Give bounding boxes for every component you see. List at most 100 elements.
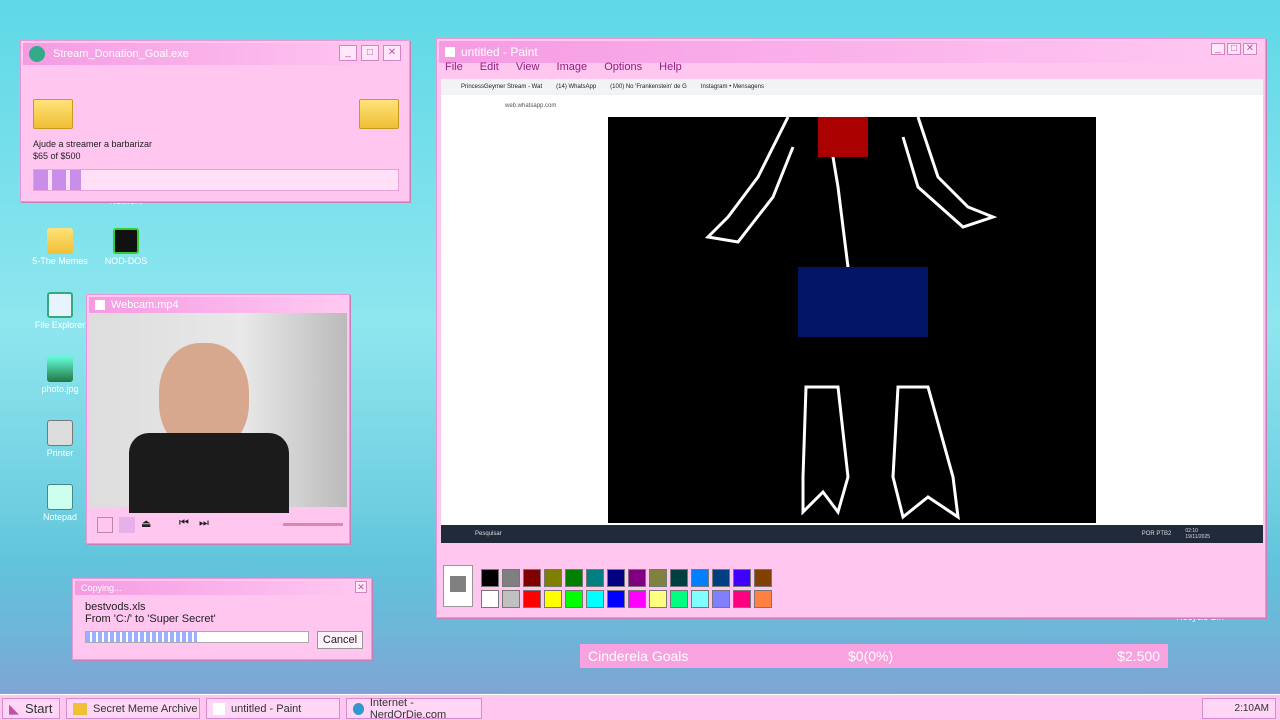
browser-tab[interactable]: (100) No 'Frankenstein' de G <box>610 84 687 90</box>
webcam-video <box>89 313 347 513</box>
desktop-icon-file-explorer[interactable]: File Explorer <box>28 292 92 330</box>
browser-tab[interactable]: PrincessGeymer Stream - Wat <box>461 84 542 90</box>
menu-view[interactable]: View <box>516 61 540 73</box>
palette-color[interactable] <box>523 569 541 587</box>
desktop-icon-printer[interactable]: Printer <box>28 420 92 458</box>
desktop-icon-notepad[interactable]: Notepad <box>28 484 92 522</box>
browser-address-bar[interactable]: web.whatsapp.com <box>505 103 556 109</box>
donation-text: Ajude a streamer a barbarizar <box>33 139 153 149</box>
menu-file[interactable]: File <box>445 61 463 73</box>
desktop-icon-label: 5-The Memes <box>32 256 88 266</box>
eject-button[interactable]: ⏏ <box>141 517 157 533</box>
desktop-icon-photo[interactable]: photo.jpg <box>28 356 92 394</box>
printer-icon <box>47 420 73 446</box>
desktop-icon-nod-dos[interactable]: NOD-DOS <box>94 228 158 266</box>
palette-color[interactable] <box>670 590 688 608</box>
close-button[interactable]: ✕ <box>1243 43 1257 55</box>
palette-color[interactable] <box>628 590 646 608</box>
palette-color[interactable] <box>712 569 730 587</box>
palette-color[interactable] <box>754 590 772 608</box>
donation-window: Stream_Donation_Goal.exe _ □ ✕ Ajude a s… <box>20 40 410 202</box>
palette-color[interactable] <box>691 590 709 608</box>
browser-tab-bar: PrincessGeymer Stream - Wat (14) WhatsAp… <box>441 79 1263 95</box>
palette-color[interactable] <box>586 590 604 608</box>
taskbar-item-label: Secret Meme Archive <box>93 702 198 715</box>
menu-options[interactable]: Options <box>604 61 642 73</box>
palette-color[interactable] <box>502 590 520 608</box>
start-button[interactable]: ◣ Start <box>2 698 60 719</box>
windows-clock: 02:10 19/11/2025 <box>1185 528 1211 540</box>
palette-color[interactable] <box>544 569 562 587</box>
palette-color[interactable] <box>481 590 499 608</box>
taskbar-item-internet[interactable]: Internet - NerdOrDie.com <box>346 697 482 720</box>
webcam-window: Webcam.mp4 ⏏ ⏮ ⏭ <box>86 294 350 544</box>
folder-icon <box>73 702 87 715</box>
copying-file-name: bestvods.xls <box>85 601 146 613</box>
paint-menubar: File Edit View Image Options Help <box>445 61 696 73</box>
webcam-titlebar[interactable]: Webcam.mp4 <box>89 297 347 313</box>
menu-help[interactable]: Help <box>659 61 682 73</box>
palette-color[interactable] <box>754 569 772 587</box>
palette-color[interactable] <box>523 590 541 608</box>
window-title: Stream_Donation_Goal.exe <box>53 48 189 60</box>
blue-skirt <box>798 267 928 337</box>
paint-titlebar[interactable]: untitled - Paint <box>439 41 1263 63</box>
globe-icon <box>353 702 364 715</box>
windows-search[interactable]: Pesquisar <box>475 531 502 537</box>
close-button[interactable]: ✕ <box>355 581 367 593</box>
goal-bar: Cinderela Goals $0(0%) $2.500 <box>580 644 1168 668</box>
desktop-icon-memes[interactable]: 5-The Memes <box>28 228 92 266</box>
cancel-button[interactable]: Cancel <box>317 631 363 649</box>
palette-color[interactable] <box>502 569 520 587</box>
start-label: Start <box>25 701 53 716</box>
open-folder-icon <box>359 99 399 129</box>
menu-edit[interactable]: Edit <box>480 61 499 73</box>
window-title: untitled - Paint <box>461 45 538 59</box>
desktop-icon-label: Notepad <box>42 512 78 522</box>
camera-icon <box>95 300 105 310</box>
copying-path: From 'C:/' to 'Super Secret' <box>85 613 216 625</box>
palette-color[interactable] <box>649 590 667 608</box>
palette-color[interactable] <box>670 569 688 587</box>
palette-color[interactable] <box>481 569 499 587</box>
palette-color[interactable] <box>733 590 751 608</box>
current-color[interactable] <box>443 565 473 607</box>
goal-name: Cinderela Goals <box>588 648 689 664</box>
folder-icon <box>47 228 73 254</box>
close-button[interactable]: ✕ <box>383 45 401 61</box>
palette-color[interactable] <box>733 569 751 587</box>
palette-color[interactable] <box>628 569 646 587</box>
palette-color[interactable] <box>712 590 730 608</box>
globe-icon <box>29 46 45 62</box>
paint-icon <box>213 702 225 715</box>
minimize-button[interactable]: _ <box>1211 43 1225 55</box>
palette-color[interactable] <box>607 590 625 608</box>
taskbar-item-paint[interactable]: untitled - Paint <box>206 698 340 719</box>
palette-color[interactable] <box>544 590 562 608</box>
previous-button[interactable]: ⏮ <box>179 517 195 533</box>
copying-titlebar[interactable]: Copying... <box>75 581 369 595</box>
maximize-button[interactable]: □ <box>1227 43 1241 55</box>
palette-color[interactable] <box>586 569 604 587</box>
palette-color[interactable] <box>649 569 667 587</box>
maximize-button[interactable]: □ <box>361 45 379 61</box>
paint-canvas[interactable]: PrincessGeymer Stream - Wat (14) WhatsAp… <box>441 79 1263 543</box>
taskbar: ◣ Start Secret Meme Archive untitled - Pa… <box>0 694 1280 720</box>
desktop-icon-label: Printer <box>46 448 74 458</box>
windows-taskbar: Pesquisar POR PTB2 02:10 19/11/2025 <box>441 525 1263 543</box>
palette-color[interactable] <box>607 569 625 587</box>
browser-tab[interactable]: Instagram • Mensagens <box>701 84 764 90</box>
menu-image[interactable]: Image <box>557 61 588 73</box>
volume-slider[interactable] <box>283 523 343 526</box>
copying-dialog: Copying... ✕ bestvods.xls From 'C:/' to … <box>72 578 372 660</box>
minimize-button[interactable]: _ <box>339 45 357 61</box>
desktop-icon-label: photo.jpg <box>41 384 79 394</box>
palette-color[interactable] <box>691 569 709 587</box>
palette-color[interactable] <box>565 569 583 587</box>
taskbar-item-meme-archive[interactable]: Secret Meme Archive <box>66 698 200 719</box>
next-button[interactable]: ⏭ <box>199 517 215 533</box>
browser-tab[interactable]: (14) WhatsApp <box>556 84 596 90</box>
play-button[interactable] <box>97 517 113 533</box>
pause-button[interactable] <box>119 517 135 533</box>
palette-color[interactable] <box>565 590 583 608</box>
